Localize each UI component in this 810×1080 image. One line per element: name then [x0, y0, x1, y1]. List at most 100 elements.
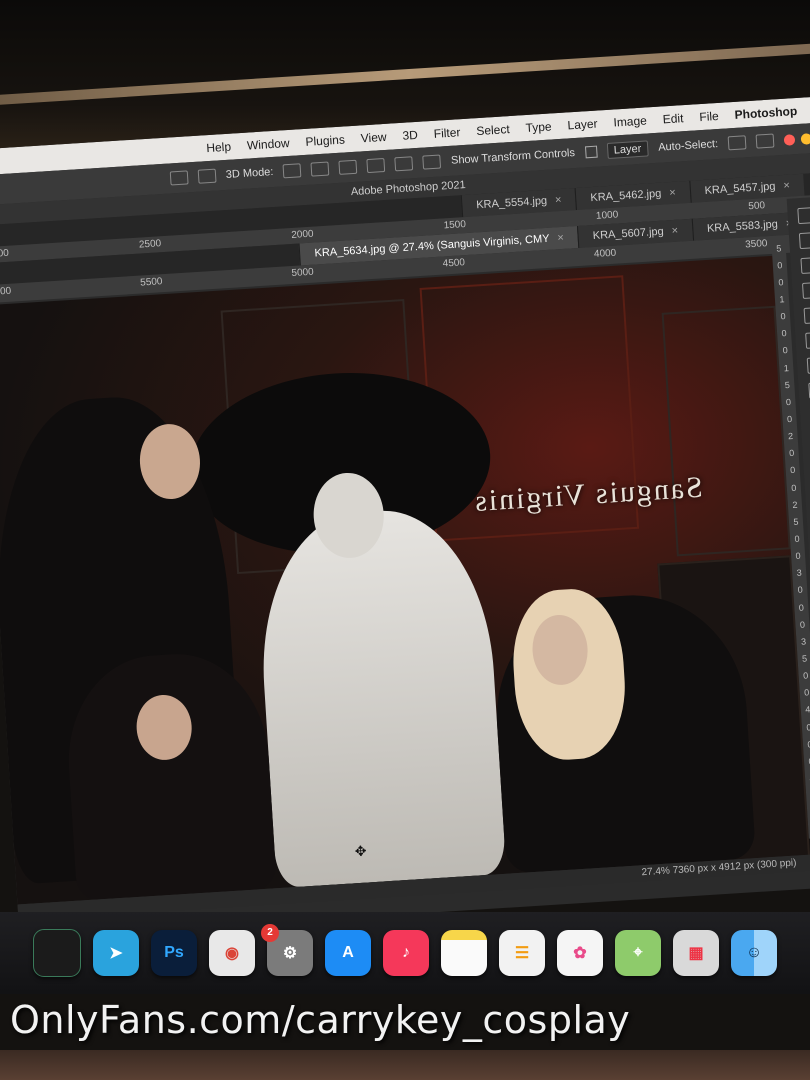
window-controls — [783, 132, 810, 146]
menu-layer[interactable]: Layer — [567, 117, 598, 133]
document-canvas[interactable]: Sanguis Virginis ✥ — [0, 255, 810, 905]
ruler-tick: 3000 — [0, 247, 10, 261]
ruler-tick: 0 — [799, 619, 806, 630]
ruler-tick: 0 — [795, 550, 801, 562]
maps-icon[interactable]: ⌖ — [615, 930, 661, 976]
close-tab-icon[interactable]: × — [669, 187, 676, 199]
align-bottom-icon[interactable] — [366, 157, 386, 174]
ruler-tick: 0 — [803, 687, 810, 698]
menu-image[interactable]: Image — [613, 113, 647, 129]
distribute-icon[interactable] — [338, 159, 358, 175]
frame-tool-icon[interactable] — [805, 331, 810, 349]
ruler-tick: 0 — [788, 448, 795, 459]
align-right-icon[interactable] — [282, 163, 302, 179]
menu-3d[interactable]: 3D — [402, 128, 418, 143]
menu-type[interactable]: Type — [525, 119, 552, 135]
ruler-tick: 0 — [781, 328, 787, 339]
ruler-tick: 2000 — [290, 228, 314, 241]
align-left-icon[interactable] — [310, 161, 330, 177]
app-store-icon[interactable]: A — [325, 930, 371, 976]
crop-tool-icon[interactable] — [803, 306, 810, 324]
ruler-tick: 5 — [784, 379, 791, 390]
move-tool-icon[interactable] — [797, 207, 810, 225]
ruler-tick: 4000 — [593, 247, 617, 261]
doc-tab-label: KRA_5583.jpg — [706, 218, 779, 235]
align-top-icon[interactable] — [422, 154, 442, 170]
ruler-tick: 3 — [796, 567, 803, 579]
3d-mode-label: 3D Mode: — [225, 166, 274, 181]
close-window-button[interactable] — [783, 133, 796, 146]
notes-icon[interactable] — [441, 930, 487, 976]
lasso-tool-icon[interactable] — [800, 256, 810, 275]
watermark-text: OnlyFans.com/carrykey_cosplay — [10, 998, 631, 1042]
move-cursor-icon: ✥ — [354, 842, 368, 860]
menu-edit[interactable]: Edit — [662, 111, 684, 126]
settings-glyph: ⚙ — [282, 945, 298, 962]
minimize-window-button[interactable] — [800, 132, 810, 145]
reminders-icon[interactable]: ☰ — [499, 930, 545, 976]
screen-icon[interactable] — [33, 929, 81, 977]
ruler-tick: 5 — [793, 516, 799, 527]
ruler-tick: 5 — [775, 242, 782, 254]
marquee-tool-icon[interactable] — [798, 231, 810, 250]
ruler-tick: 3 — [800, 636, 807, 647]
menu-plugins[interactable]: Plugins — [305, 132, 345, 148]
show-transform-label: Show Transform Controls — [450, 147, 576, 167]
photos-icon[interactable]: ✿ — [557, 930, 603, 976]
settings-icon[interactable]: ⚙ 2 — [261, 924, 313, 976]
finder-icon[interactable]: ☺ — [731, 930, 777, 976]
ruler-tick: 0 — [790, 482, 797, 493]
wall-panel — [661, 305, 791, 557]
photoshop-icon[interactable]: Ps — [151, 930, 197, 976]
home-icon[interactable] — [755, 133, 775, 149]
menu-filter[interactable]: Filter — [433, 125, 460, 141]
align-middle-icon[interactable] — [394, 156, 414, 172]
ruler-tick: 1500 — [443, 219, 467, 232]
ruler-tick: 0 — [782, 345, 789, 356]
ruler-tick: 1 — [783, 362, 790, 373]
ruler-tick: 0 — [786, 413, 793, 425]
3d-rotate-icon[interactable] — [197, 168, 217, 184]
3d-pan-icon[interactable] — [169, 170, 189, 186]
ruler-tick: 6000 — [0, 285, 12, 299]
close-tab-icon[interactable]: × — [783, 180, 790, 192]
ruler-tick: 4500 — [442, 257, 466, 270]
ruler-tick: 0 — [776, 259, 783, 271]
telegram-icon[interactable]: ➤ — [93, 930, 139, 976]
ruler-tick: 0 — [789, 465, 796, 476]
ruler-tick: 1 — [779, 294, 785, 305]
ruler-tick: 0 — [802, 670, 809, 681]
music-icon[interactable]: ♪ — [383, 930, 429, 976]
close-tab-icon[interactable]: × — [671, 225, 678, 237]
ruler-tick: 5 — [801, 653, 808, 664]
close-tab-icon[interactable]: × — [555, 194, 562, 206]
doc-tab-label: KRA_5607.jpg — [592, 225, 665, 243]
laptop-screen: Photoshop File Edit Image Layer Type Sel… — [0, 95, 810, 939]
menu-view[interactable]: View — [360, 130, 387, 146]
ruler-tick: 2500 — [138, 238, 162, 251]
chrome-icon[interactable]: ◉ — [209, 930, 255, 976]
menu-app-name[interactable]: Photoshop — [734, 104, 797, 122]
launchpad-icon[interactable]: ▦ — [673, 930, 719, 976]
quick-select-tool-icon[interactable] — [801, 281, 810, 299]
ruler-tick: 5500 — [139, 276, 163, 289]
ruler-tick: 5000 — [291, 266, 315, 280]
ruler-tick: 500 — [748, 200, 766, 213]
auto-select-dropdown[interactable]: Layer — [606, 140, 649, 159]
menu-help[interactable]: Help — [206, 140, 232, 156]
ruler-tick: 0 — [778, 277, 784, 288]
move-tool-icon[interactable] — [727, 135, 747, 151]
menu-window[interactable]: Window — [247, 136, 290, 153]
close-tab-icon[interactable]: × — [557, 232, 564, 244]
ruler-tick: 2 — [787, 431, 794, 442]
show-transform-checkbox[interactable] — [584, 145, 598, 159]
ruler-tick: 0 — [806, 721, 810, 733]
ruler-tick: 0 — [780, 311, 786, 322]
doc-tab-label: KRA_5462.jpg — [590, 187, 662, 205]
ruler-tick: 4 — [804, 704, 810, 716]
ruler-tick: 0 — [785, 396, 792, 408]
menu-file[interactable]: File — [699, 109, 719, 124]
ruler-tick: 0 — [794, 533, 800, 544]
menu-select[interactable]: Select — [476, 122, 510, 138]
ruler-tick: 0 — [797, 584, 804, 596]
